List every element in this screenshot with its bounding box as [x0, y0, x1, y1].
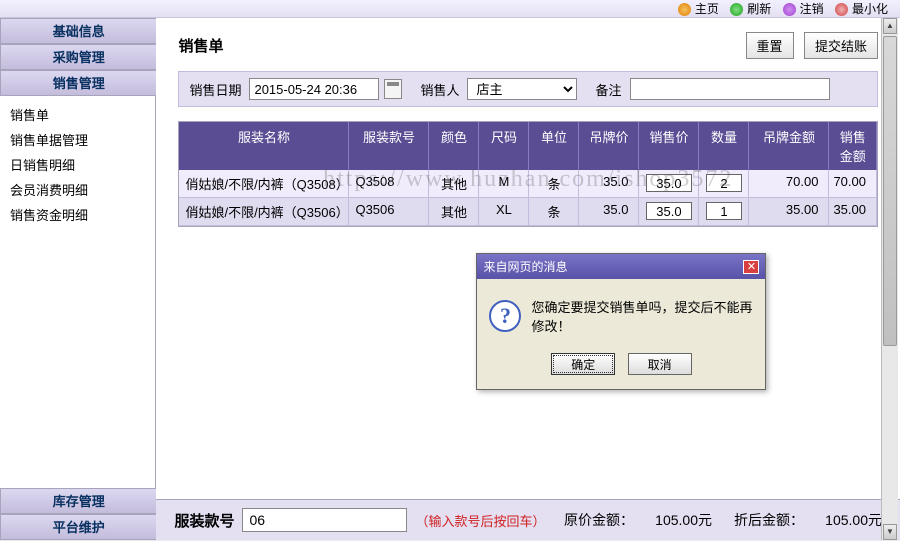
seller-label: 销售人 — [420, 80, 459, 99]
scroll-down-icon[interactable]: ▼ — [883, 524, 897, 540]
col-sale: 销售价 — [639, 122, 699, 170]
qty-input[interactable] — [706, 174, 743, 192]
scroll-up-icon[interactable]: ▲ — [883, 18, 897, 34]
sidebar-section-sales[interactable]: 销售管理 — [0, 70, 156, 96]
filter-bar: 销售日期 销售人 店主 备注 — [178, 71, 878, 107]
confirm-dialog: 来自网页的消息 ✕ ? 您确定要提交销售单吗，提交后不能再修改！ 确定 取消 — [476, 253, 766, 390]
sidebar-item-fund-detail[interactable]: 销售资金明细 — [10, 202, 145, 227]
scroll-thumb[interactable] — [883, 36, 897, 346]
sale-price-input[interactable] — [646, 174, 692, 192]
remark-label: 备注 — [595, 80, 621, 99]
vertical-scrollbar[interactable]: ▲ ▼ — [881, 18, 898, 540]
date-label: 销售日期 — [189, 80, 241, 99]
dialog-message: 您确定要提交销售单吗，提交后不能再修改！ — [531, 297, 753, 335]
sidebar-items: 销售单 销售单据管理 日销售明细 会员消费明细 销售资金明细 — [0, 96, 156, 233]
sidebar-section-basic[interactable]: 基础信息 — [0, 18, 156, 44]
sidebar: 基础信息 采购管理 销售管理 销售单 销售单据管理 日销售明细 会员消费明细 销… — [0, 18, 156, 540]
grid-row[interactable]: 俏姑娘/不限/内裤（Q3508） Q3508 其他 M 条 35.0 70.00… — [179, 170, 877, 198]
dialog-title: 来自网页的消息 — [483, 258, 567, 275]
col-code: 服装款号 — [349, 122, 429, 170]
disc-amount-value: 105.00元 — [812, 510, 882, 530]
refresh-link[interactable]: 刷新 — [728, 2, 773, 16]
col-saleamt: 销售金额 — [829, 122, 877, 170]
col-name: 服装名称 — [179, 122, 349, 170]
orig-amount-value: 105.00元 — [642, 510, 712, 530]
code-input[interactable] — [242, 508, 407, 532]
footer-bar: 服装款号 （输入款号后按回车） 原价金额： 105.00元 折后金额： 105.… — [156, 499, 900, 540]
home-icon — [678, 3, 691, 16]
reset-button[interactable]: 重置 — [746, 32, 794, 59]
col-tagamt: 吊牌金额 — [749, 122, 829, 170]
content-area: 销售单 重置 提交结账 销售日期 销售人 店主 备注 服装名称 服装款号 — [156, 18, 900, 540]
grid-header: 服装名称 服装款号 颜色 尺码 单位 吊牌价 销售价 数量 吊牌金额 销售金额 — [179, 122, 877, 170]
question-icon: ? — [489, 300, 521, 332]
page-title: 销售单 — [178, 35, 223, 56]
code-hint: （输入款号后按回车） — [415, 511, 545, 530]
sidebar-item-sales-doc[interactable]: 销售单据管理 — [10, 127, 145, 152]
code-label: 服装款号 — [174, 510, 234, 531]
disc-amount-label: 折后金额： — [734, 510, 804, 530]
col-tag: 吊牌价 — [579, 122, 639, 170]
minimize-link[interactable]: 最小化 — [833, 2, 890, 16]
top-toolbar: 主页 刷新 注销 最小化 — [0, 0, 900, 18]
remark-input[interactable] — [630, 78, 830, 100]
home-link[interactable]: 主页 — [676, 2, 721, 16]
close-icon[interactable]: ✕ — [743, 260, 759, 274]
sidebar-item-daily-detail[interactable]: 日销售明细 — [10, 152, 145, 177]
sidebar-section-platform[interactable]: 平台维护 — [0, 514, 156, 540]
sales-grid: 服装名称 服装款号 颜色 尺码 单位 吊牌价 销售价 数量 吊牌金额 销售金额 … — [178, 121, 878, 227]
sidebar-section-stock[interactable]: 库存管理 — [0, 488, 156, 514]
ok-button[interactable]: 确定 — [551, 353, 615, 375]
sidebar-item-sales-order[interactable]: 销售单 — [10, 102, 145, 127]
sale-price-input[interactable] — [646, 202, 692, 220]
col-unit: 单位 — [529, 122, 579, 170]
logout-link[interactable]: 注销 — [781, 2, 826, 16]
date-input[interactable] — [249, 78, 379, 100]
sidebar-item-member-detail[interactable]: 会员消费明细 — [10, 177, 145, 202]
grid-row[interactable]: 俏姑娘/不限/内裤（Q3506） Q3506 其他 XL 条 35.0 35.0… — [179, 198, 877, 226]
col-qty: 数量 — [699, 122, 749, 170]
qty-input[interactable] — [706, 202, 743, 220]
sidebar-section-purchase[interactable]: 采购管理 — [0, 44, 156, 70]
cancel-button[interactable]: 取消 — [628, 353, 692, 375]
seller-select[interactable]: 店主 — [467, 78, 577, 100]
minimize-icon — [835, 3, 848, 16]
orig-amount-label: 原价金额： — [564, 510, 634, 530]
logout-icon — [783, 3, 796, 16]
col-size: 尺码 — [479, 122, 529, 170]
calendar-icon[interactable] — [384, 79, 402, 99]
col-color: 颜色 — [429, 122, 479, 170]
submit-button[interactable]: 提交结账 — [804, 32, 878, 59]
refresh-icon — [730, 3, 743, 16]
